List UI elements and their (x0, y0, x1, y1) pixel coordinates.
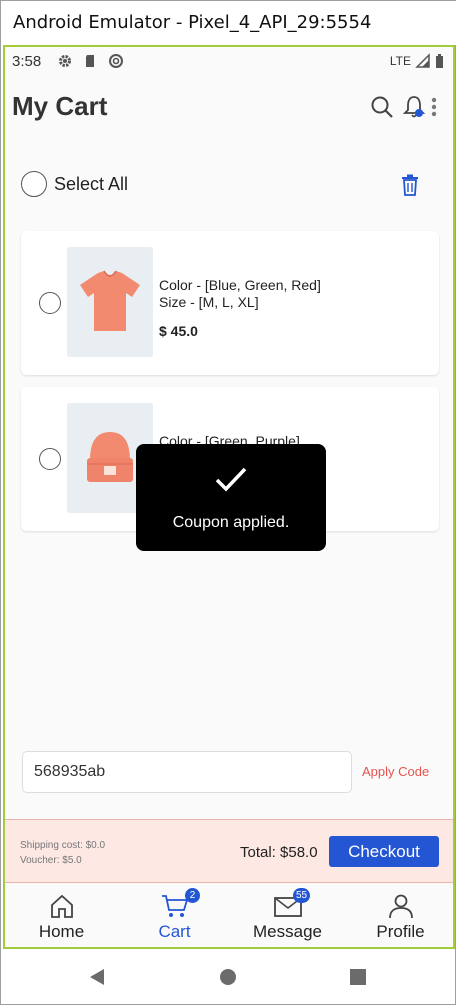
summary-costs: Shipping cost: $0.0 Voucher: $5.0 (20, 838, 105, 868)
toast-message: Coupon applied. (136, 444, 326, 551)
nav-cart[interactable]: 2 Cart (118, 885, 231, 947)
status-bar: 3:58 LTE (5, 47, 453, 75)
settings-icon (59, 55, 71, 67)
overflow-menu-button[interactable] (429, 95, 439, 119)
total-amount: Total: $58.0 (240, 844, 318, 861)
back-icon[interactable] (86, 966, 108, 988)
page-title: My Cart (12, 91, 108, 121)
network-type: LTE (389, 54, 411, 68)
nav-home[interactable]: Home (5, 885, 118, 947)
cart-badge: 2 (185, 888, 200, 903)
notifications-button[interactable] (401, 93, 427, 121)
product-price: $ 45.0 (159, 323, 198, 339)
voucher-amount: Voucher: $5.0 (20, 855, 82, 866)
product-info: Color - [Blue, Green, Red] Size - [M, L,… (159, 277, 321, 340)
system-navigation-bar (1, 949, 455, 1004)
more-vert-icon (431, 97, 437, 117)
nav-home-label: Home (38, 922, 85, 941)
apply-code-link[interactable]: Apply Code (362, 764, 429, 779)
check-icon (215, 467, 247, 492)
recents-icon[interactable] (347, 966, 369, 988)
home-icon (50, 894, 73, 918)
checkout-button[interactable]: Checkout (329, 836, 439, 867)
sdcard-icon (86, 55, 94, 67)
message-badge: 55 (293, 888, 311, 903)
beanie-icon (87, 432, 133, 482)
coupon-field-box[interactable] (22, 751, 352, 793)
search-icon (371, 96, 393, 118)
nav-profile[interactable]: Profile (344, 885, 453, 947)
product-size: Size - [M, L, XL] (159, 294, 259, 310)
emulator-window: Android Emulator - Pixel_4_API_29:5554 3… (0, 0, 456, 1005)
home-system-icon[interactable] (217, 966, 239, 988)
select-all-row[interactable]: Select All (21, 171, 128, 197)
battery-icon (436, 54, 443, 68)
shipping-cost: Shipping cost: $0.0 (20, 840, 106, 851)
bell-icon (402, 96, 426, 118)
coupon-input[interactable] (34, 763, 334, 781)
delete-button[interactable] (399, 173, 421, 197)
cart-item-radio[interactable] (39, 292, 61, 314)
signal-icon (415, 53, 430, 68)
nav-message[interactable]: 55 Message (231, 885, 344, 947)
person-icon (388, 894, 413, 919)
sync-icon (109, 54, 123, 68)
product-color: Color - [Blue, Green, Red] (159, 277, 321, 293)
trash-icon (402, 174, 418, 196)
search-button[interactable] (369, 94, 395, 120)
nav-profile-label: Profile (376, 922, 425, 941)
cart-item-card[interactable]: Color - [Blue, Green, Red] Size - [M, L,… (21, 231, 439, 375)
bottom-navigation: Home 2 Cart 55 Message Profile (5, 885, 453, 947)
tshirt-icon (80, 270, 140, 331)
product-thumbnail (67, 247, 153, 357)
status-time: 3:58 (12, 53, 42, 70)
select-all-radio[interactable] (21, 171, 47, 197)
cart-item-radio[interactable] (39, 448, 61, 470)
toast-text: Coupon applied. (172, 514, 290, 531)
window-title: Android Emulator - Pixel_4_API_29:5554 (13, 12, 372, 33)
window-titlebar: Android Emulator - Pixel_4_API_29:5554 (1, 1, 456, 45)
nav-message-label: Message (253, 922, 322, 941)
order-summary-bar: Shipping cost: $0.0 Voucher: $5.0 Total:… (5, 819, 453, 883)
select-all-label: Select All (54, 173, 129, 194)
device-screen: 3:58 LTE My Cart Select All Color - [Blu… (3, 45, 455, 949)
nav-cart-label: Cart (158, 922, 191, 941)
